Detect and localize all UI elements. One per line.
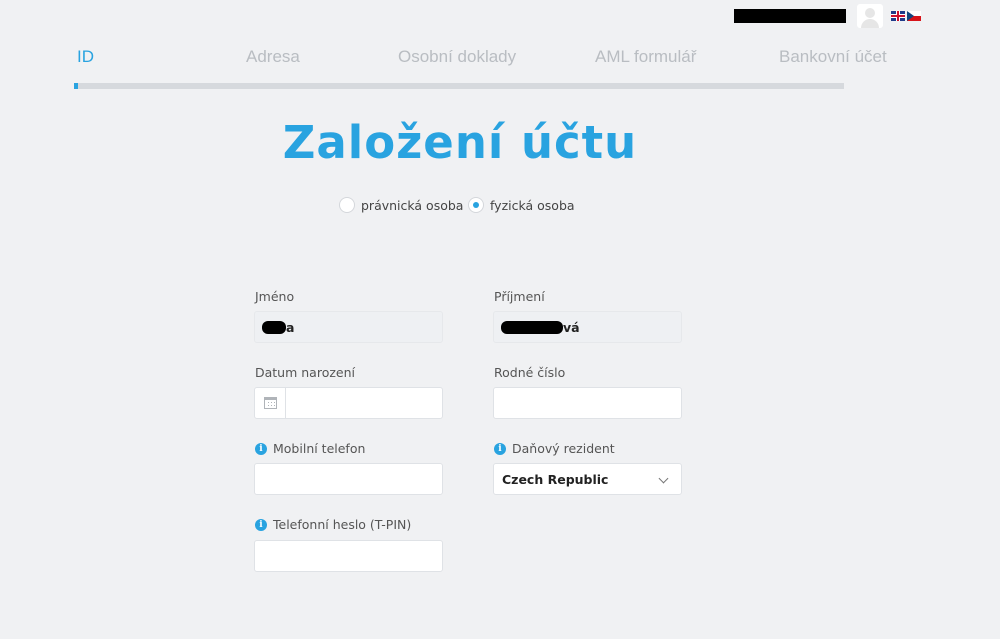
chevron-down-icon xyxy=(658,473,669,484)
redaction-block xyxy=(501,320,563,334)
birth-date-field[interactable] xyxy=(254,387,443,419)
radio-circle[interactable] xyxy=(339,197,355,213)
avatar-head-shape xyxy=(865,8,875,18)
radio-pravnicka-osoba[interactable]: právnická osoba xyxy=(339,196,463,214)
first-name-label: Jméno xyxy=(255,289,295,304)
mobile-phone-label-text: Mobilní telefon xyxy=(273,441,366,456)
phone-password-label: i Telefonní heslo (T-PIN) xyxy=(255,517,411,532)
step-id[interactable]: ID xyxy=(77,47,94,67)
last-name-field[interactable]: vá xyxy=(493,311,682,343)
last-name-visible-part: vá xyxy=(563,319,580,335)
redaction-block xyxy=(262,320,286,334)
radio-label: fyzická osoba xyxy=(490,197,575,213)
step-adresa[interactable]: Adresa xyxy=(246,47,300,67)
step-osobni-doklady[interactable]: Osobní doklady xyxy=(398,47,516,67)
first-name-visible-part: a xyxy=(286,319,295,335)
last-name-label: Příjmení xyxy=(494,289,545,304)
calendar-icon xyxy=(263,397,277,409)
step-bankovni-ucet[interactable]: Bankovní účet xyxy=(779,47,887,67)
tax-resident-label: i Daňový rezident xyxy=(494,441,615,456)
uk-flag-icon[interactable] xyxy=(891,11,905,21)
progress-bar xyxy=(74,83,844,89)
radio-circle[interactable] xyxy=(468,197,484,213)
tax-resident-select[interactable]: Czech Republic xyxy=(493,463,682,495)
tax-resident-label-text: Daňový rezident xyxy=(512,441,615,456)
progress-bar-fill xyxy=(74,83,78,89)
calendar-button[interactable] xyxy=(255,388,286,418)
phone-password-field[interactable] xyxy=(254,540,443,572)
avatar-body-shape xyxy=(861,19,879,28)
czech-flag-icon[interactable] xyxy=(907,11,921,21)
phone-password-label-text: Telefonní heslo (T-PIN) xyxy=(273,517,412,532)
info-icon[interactable]: i xyxy=(255,518,267,531)
tax-resident-value: Czech Republic xyxy=(502,471,609,487)
birth-number-label: Rodné číslo xyxy=(494,365,566,380)
step-aml-formular[interactable]: AML formulář xyxy=(595,47,696,67)
radio-label: právnická osoba xyxy=(361,197,464,213)
info-icon[interactable]: i xyxy=(255,442,267,455)
info-icon[interactable]: i xyxy=(494,442,506,455)
birth-date-label: Datum narození xyxy=(255,365,355,380)
first-name-field[interactable]: a xyxy=(254,311,443,343)
radio-fyzicka-osoba[interactable]: fyzická osoba xyxy=(468,196,575,214)
user-name-redacted xyxy=(734,9,846,23)
mobile-phone-label: i Mobilní telefon xyxy=(255,441,365,456)
birth-number-field[interactable] xyxy=(493,387,682,419)
mobile-phone-field[interactable] xyxy=(254,463,443,495)
avatar[interactable] xyxy=(857,4,883,28)
page-title: Založení účtu xyxy=(282,116,638,169)
